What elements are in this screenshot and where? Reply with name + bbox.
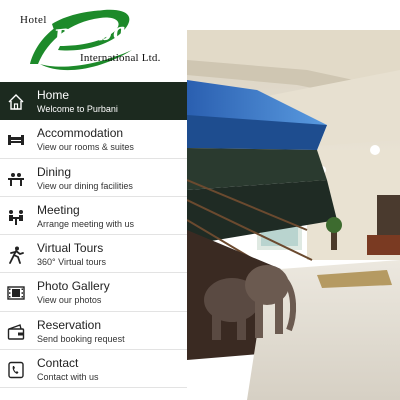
contact-phone-icon [8, 361, 24, 379]
dining-icon [8, 172, 24, 186]
main-menu: Home Welcome to Purbani Accommodation Vi… [0, 82, 187, 389]
menu-item-virtual-tours[interactable]: Virtual Tours 360° Virtual tours [0, 235, 187, 274]
menu-item-title: Virtual Tours [37, 241, 104, 256]
meeting-icon [9, 209, 23, 225]
lobby-illustration [187, 30, 400, 400]
menu-item-title: Meeting [37, 202, 80, 217]
walking-person-icon [9, 246, 24, 265]
menu-item-accommodation[interactable]: Accommodation View our rooms & suites [0, 120, 187, 159]
menu-item-dining[interactable]: Dining View our dining facilities [0, 159, 187, 197]
wallet-icon [7, 323, 25, 340]
menu-item-subtitle: Contact with us [37, 372, 99, 383]
menu-item-subtitle: Send booking request [37, 333, 125, 344]
menu-item-subtitle: View our dining facilities [37, 180, 133, 191]
menu-item-home[interactable]: Home Welcome to Purbani [0, 82, 187, 121]
logo-hotel-text: Hotel [20, 14, 47, 26]
menu-item-subtitle: View our rooms & suites [37, 142, 134, 153]
sidebar: Hotel Purbani International Ltd. Home We… [0, 0, 187, 400]
menu-item-title: Photo Gallery [37, 279, 110, 294]
menu-item-contact[interactable]: Contact Contact with us [0, 350, 187, 389]
menu-item-title: Home [37, 88, 70, 102]
home-icon [8, 94, 24, 110]
menu-item-title: Dining [37, 164, 72, 179]
menu-item-title: Contact [37, 356, 79, 371]
menu-item-meeting[interactable]: Meeting Arrange meeting with us [0, 197, 187, 236]
menu-item-subtitle: Welcome to Purbani [37, 104, 118, 114]
menu-item-title: Reservation [37, 317, 102, 332]
bed-icon [8, 135, 24, 146]
logo-international-text: International Ltd. [80, 52, 161, 64]
hotel-lobby-photo [187, 30, 400, 400]
menu-item-subtitle: 360° Virtual tours [37, 257, 106, 268]
menu-item-reservation[interactable]: Reservation Send booking request [0, 312, 187, 351]
menu-item-subtitle: Arrange meeting with us [37, 218, 135, 229]
menu-item-title: Accommodation [37, 126, 124, 141]
menu-item-subtitle: View our photos [37, 295, 102, 306]
film-strip-icon [7, 286, 25, 301]
menu-item-photo-gallery[interactable]: Photo Gallery View our photos [0, 273, 187, 312]
hotel-logo[interactable]: Hotel Purbani International Ltd. [0, 0, 187, 82]
